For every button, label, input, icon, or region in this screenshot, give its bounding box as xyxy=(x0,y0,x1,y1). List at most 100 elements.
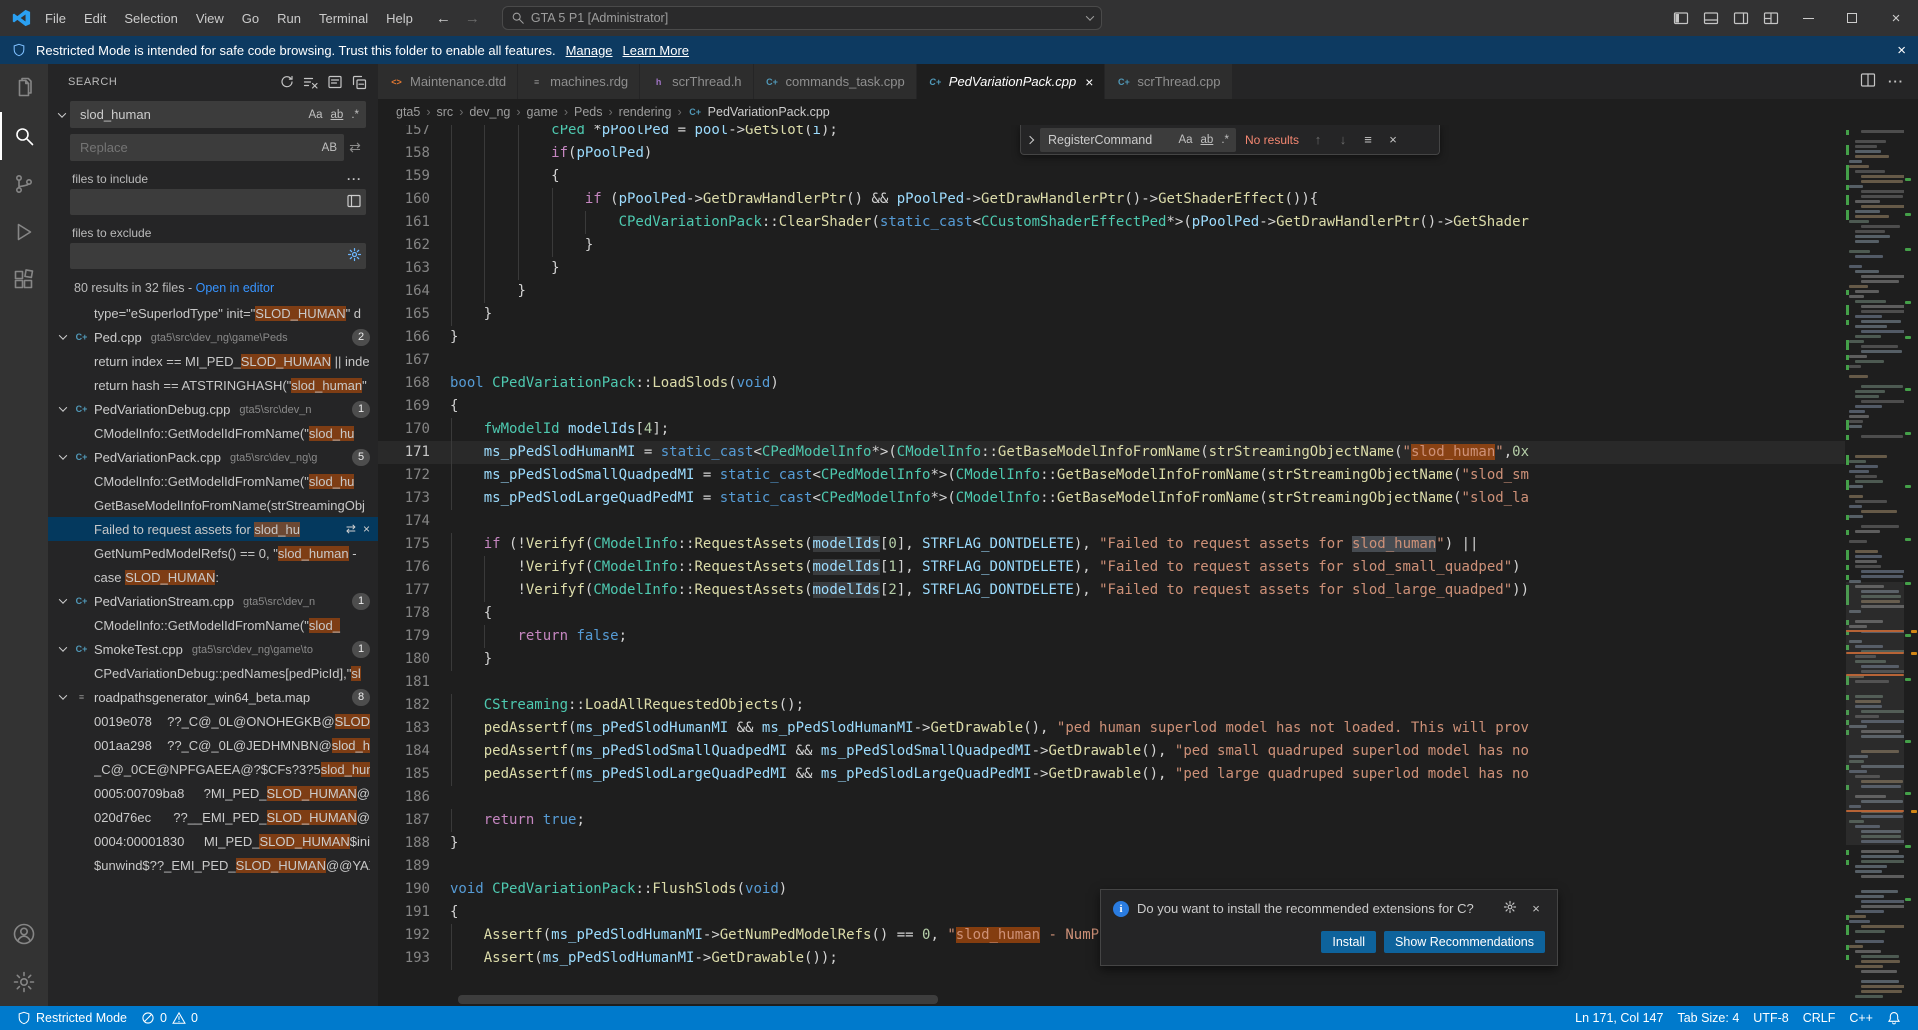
result-match-row[interactable]: CModelInfo::GetModelIdFromName("slod_hu xyxy=(48,421,378,445)
files-to-include-input[interactable] xyxy=(78,194,346,211)
notification-settings-icon[interactable] xyxy=(1501,900,1519,917)
code-line[interactable]: 164 } xyxy=(378,280,1845,303)
menu-item-terminal[interactable]: Terminal xyxy=(310,7,377,30)
manage-link[interactable]: Manage xyxy=(566,43,613,58)
result-file-row[interactable]: C+SmokeTest.cppgta5\src\dev_ng\game\to1 xyxy=(48,637,378,661)
chevron-down-icon[interactable] xyxy=(59,643,67,651)
split-editor-icon[interactable] xyxy=(1860,72,1876,91)
breadcrumb-item[interactable]: gta5 xyxy=(396,105,420,119)
breadcrumb-item[interactable]: src xyxy=(437,105,454,119)
restricted-mode-status[interactable]: Restricted Mode xyxy=(10,1006,134,1030)
result-match-row[interactable]: case SLOD_HUMAN: xyxy=(48,565,378,589)
close-banner-icon[interactable]: × xyxy=(1897,42,1906,59)
eol-status[interactable]: CRLF xyxy=(1796,1011,1843,1025)
nav-forward-icon[interactable]: → xyxy=(465,10,480,27)
toggle-secondary-sidebar-icon[interactable] xyxy=(1726,3,1756,33)
install-button[interactable]: Install xyxy=(1321,931,1376,953)
result-file-row[interactable]: ≡roadpathsgenerator_win64_beta.map8 xyxy=(48,685,378,709)
whole-word-toggle[interactable]: ab xyxy=(328,109,347,121)
tab-size-status[interactable]: Tab Size: 4 xyxy=(1670,1011,1746,1025)
dismiss-match-icon[interactable]: × xyxy=(363,522,370,536)
result-match-row[interactable]: 020d76ec??__EMI_PED_SLOD_HUMAN@ xyxy=(48,805,378,829)
horizontal-scrollbar[interactable] xyxy=(458,995,938,1004)
chevron-down-icon[interactable] xyxy=(59,595,67,603)
code-line[interactable]: 160 if (pPoolPed->GetDrawHandlerPtr() &&… xyxy=(378,188,1845,211)
activity-item-search[interactable] xyxy=(0,112,48,160)
chevron-down-icon[interactable] xyxy=(59,451,67,459)
replace-match-icon[interactable]: ⇄ xyxy=(346,522,356,536)
menu-item-selection[interactable]: Selection xyxy=(115,7,186,30)
code-line[interactable]: 186 xyxy=(378,786,1845,809)
activity-item-settings[interactable] xyxy=(0,958,48,1006)
code-line[interactable]: 180 } xyxy=(378,648,1845,671)
menu-item-go[interactable]: Go xyxy=(233,7,268,30)
toggle-primary-sidebar-icon[interactable] xyxy=(1666,3,1696,33)
code-line[interactable]: 162 } xyxy=(378,234,1845,257)
code-line[interactable]: 178 { xyxy=(378,602,1845,625)
chevron-down-icon[interactable] xyxy=(59,403,67,411)
code-line[interactable]: 159 { xyxy=(378,165,1845,188)
code-line[interactable]: 177 !Verifyf(CModelInfo::RequestAssets(m… xyxy=(378,579,1845,602)
tab-machines.rdg[interactable]: ≡machines.rdg xyxy=(518,64,640,99)
toggle-replace-icon[interactable] xyxy=(54,101,70,128)
find-in-selection-icon[interactable]: ≡ xyxy=(1358,130,1378,150)
menu-item-run[interactable]: Run xyxy=(268,7,310,30)
nav-back-icon[interactable]: ← xyxy=(436,10,451,27)
tab-scrThread.h[interactable]: hscrThread.h xyxy=(640,64,753,99)
result-match-row[interactable]: return index == MI_PED_SLOD_HUMAN || ind… xyxy=(48,349,378,373)
code-line[interactable]: 174 xyxy=(378,510,1845,533)
code-line[interactable]: 161 CPedVariationPack::ClearShader(stati… xyxy=(378,211,1845,234)
find-input[interactable] xyxy=(1046,132,1173,148)
close-window-button[interactable]: × xyxy=(1874,0,1918,36)
match-case-toggle[interactable]: Aa xyxy=(305,109,325,121)
regex-toggle[interactable]: .* xyxy=(348,109,362,121)
close-find-icon[interactable]: × xyxy=(1383,130,1403,150)
code-line[interactable]: 168bool CPedVariationPack::LoadSlods(voi… xyxy=(378,372,1845,395)
result-match-row[interactable]: Failed to request assets for slod_hu⇄× xyxy=(48,517,378,541)
maximize-button[interactable] xyxy=(1830,0,1874,36)
result-file-row[interactable]: C+PedVariationStream.cppgta5\src\dev_n1 xyxy=(48,589,378,613)
close-notification-icon[interactable]: × xyxy=(1527,901,1545,916)
result-match-row[interactable]: return hash == ATSTRINGHASH("slod_human" xyxy=(48,373,378,397)
replace-all-icon[interactable]: ⇄ xyxy=(344,134,366,161)
code-line[interactable]: 176 !Verifyf(CModelInfo::RequestAssets(m… xyxy=(378,556,1845,579)
result-match-row[interactable]: 0019e078??_C@_0L@ONOHEGKB@SLOD xyxy=(48,709,378,733)
breadcrumb-item[interactable]: Peds xyxy=(574,105,603,119)
command-center[interactable]: GTA 5 P1 [Administrator] xyxy=(502,6,1102,30)
result-match-row[interactable]: GetNumPedModelRefs() == 0, "slod_human - xyxy=(48,541,378,565)
find-match-case-toggle[interactable]: Aa xyxy=(1175,134,1195,146)
activity-item-explorer[interactable] xyxy=(0,64,48,112)
result-file-row[interactable]: C+PedVariationDebug.cppgta5\src\dev_n1 xyxy=(48,397,378,421)
menu-item-file[interactable]: File xyxy=(36,7,75,30)
close-tab-icon[interactable]: × xyxy=(1085,74,1093,90)
result-file-row[interactable]: C+Ped.cppgta5\src\dev_ng\game\Peds2 xyxy=(48,325,378,349)
tab-scrThread.cpp[interactable]: C+scrThread.cpp xyxy=(1105,64,1232,99)
code-editor[interactable]: 157 cPed *pPoolPed = pool->GetSlot(i);15… xyxy=(378,125,1845,970)
open-editors-only-icon[interactable] xyxy=(346,193,362,212)
menu-item-edit[interactable]: Edit xyxy=(75,7,115,30)
code-line[interactable]: 187 return true; xyxy=(378,809,1845,832)
menu-item-view[interactable]: View xyxy=(187,7,233,30)
code-line[interactable]: 175 if (!Verifyf(CModelInfo::RequestAsse… xyxy=(378,533,1845,556)
learn-more-link[interactable]: Learn More xyxy=(623,43,689,58)
overview-ruler[interactable] xyxy=(1904,125,1918,1006)
chevron-down-icon[interactable] xyxy=(59,691,67,699)
toggle-search-details-icon[interactable]: ··· xyxy=(347,172,362,186)
activity-item-extensions[interactable] xyxy=(0,256,48,304)
activity-item-source-control[interactable] xyxy=(0,160,48,208)
find-regex-toggle[interactable]: .* xyxy=(1218,134,1232,146)
replace-input[interactable] xyxy=(78,139,317,156)
code-line[interactable]: 166} xyxy=(378,326,1845,349)
code-line[interactable]: 170 fwModelId modelIds[4]; xyxy=(378,418,1845,441)
find-whole-word-toggle[interactable]: ab xyxy=(1198,134,1217,146)
activity-item-run-debug[interactable] xyxy=(0,208,48,256)
result-file-row[interactable]: C+PedVariationPack.cppgta5\src\dev_ng\g5 xyxy=(48,445,378,469)
minimap[interactable] xyxy=(1846,125,1904,1006)
code-line[interactable]: 167 xyxy=(378,349,1845,372)
breadcrumb-item[interactable]: rendering xyxy=(619,105,672,119)
clear-search-results-icon[interactable] xyxy=(300,71,322,93)
tab-commands_task.cpp[interactable]: C+commands_task.cpp xyxy=(754,64,917,99)
tab-Maintenance.dtd[interactable]: <>Maintenance.dtd xyxy=(378,64,518,99)
code-line[interactable]: 169{ xyxy=(378,395,1845,418)
code-line[interactable]: 172 ms_pPedSlodSmallQuadpedMI = static_c… xyxy=(378,464,1845,487)
